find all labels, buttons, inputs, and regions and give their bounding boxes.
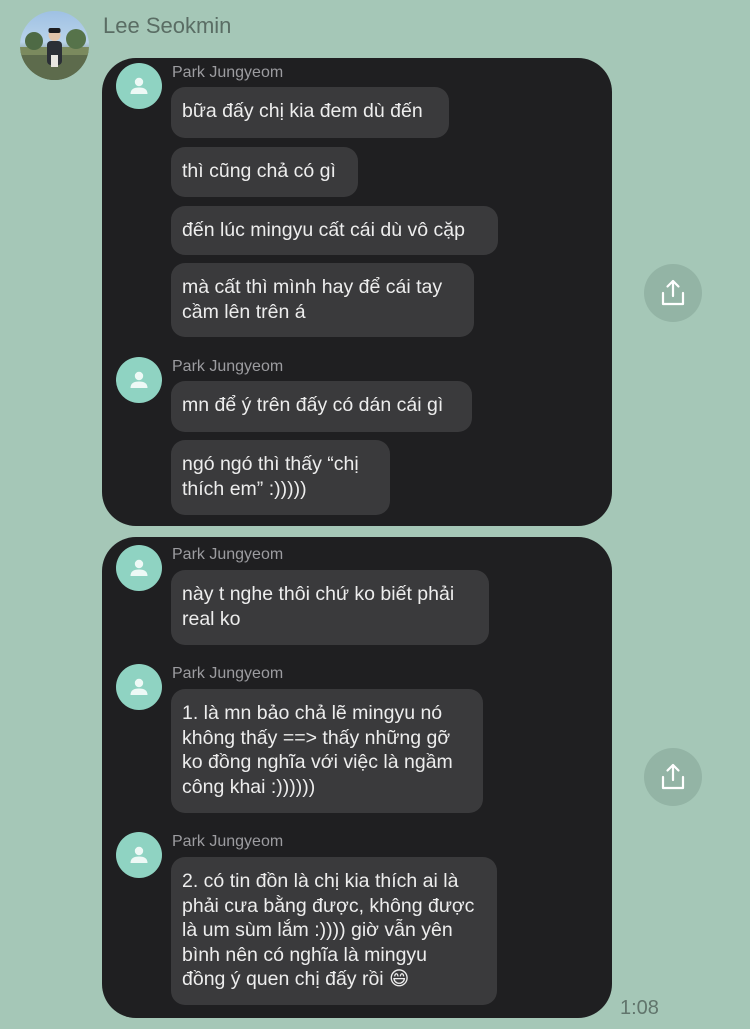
message-bubble[interactable]: 2. có tin đồn là chị kia thích ai là phả… [171,857,497,1005]
person-icon [130,678,148,695]
share-icon [661,763,685,790]
message-bubble[interactable]: bữa đấy chị kia đem dù đến [171,87,449,138]
message-sender-name: Park Jungyeom [172,358,284,375]
person-icon [130,559,148,576]
profile-avatar[interactable] [116,545,162,591]
profile-avatar[interactable] [116,63,162,109]
person-icon [130,846,148,863]
message-sender-name: Park Jungyeom [172,665,284,682]
message-bubble[interactable]: đến lúc mingyu cất cái dù vô cặp [171,206,498,255]
share-button[interactable] [644,264,702,322]
message-sender-name: Park Jungyeom [172,833,284,850]
share-icon [661,279,685,306]
profile-avatar[interactable] [116,357,162,403]
profile-avatar[interactable] [116,664,162,710]
message-bubble[interactable]: mn để ý trên đấy có dán cái gì [171,381,472,432]
message-bubble[interactable]: ngó ngó thì thấy “chị thích em” :))))) [171,440,390,515]
message-sender-name: Park Jungyeom [172,64,284,81]
message-bubble[interactable]: mà cất thì mình hay để cái tay cầm lên t… [171,263,474,337]
person-icon [130,371,148,388]
message-bubble[interactable]: thì cũng chả có gì [171,147,358,197]
message-bubble[interactable]: này t nghe thôi chứ ko biết phải real ko [171,570,489,645]
person-icon [130,77,148,94]
profile-avatar[interactable] [116,832,162,878]
message-timestamp: 1:08 [620,997,659,1019]
sender-avatar[interactable] [20,11,89,80]
message-sender-name: Park Jungyeom [172,546,284,563]
share-button[interactable] [644,748,702,806]
sender-name: Lee Seokmin [103,13,232,38]
message-bubble[interactable]: 1. là mn bảo chả lẽ mingyu nó không thấy… [171,689,483,813]
